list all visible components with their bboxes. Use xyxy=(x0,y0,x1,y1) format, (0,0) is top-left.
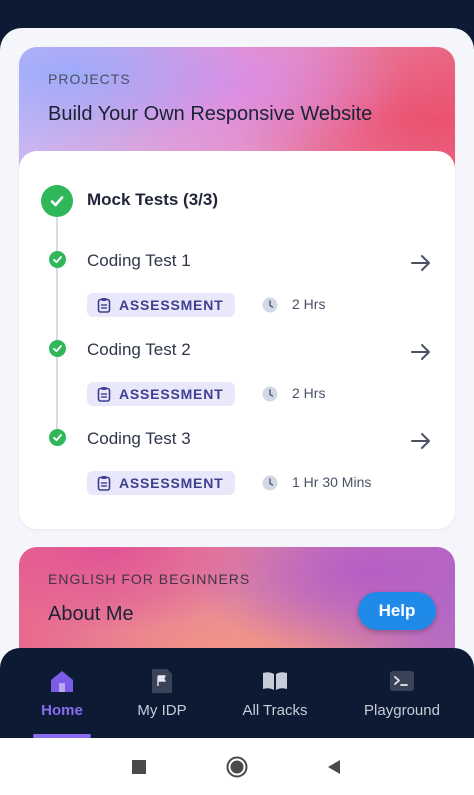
nav-item-my-idp[interactable]: My IDP xyxy=(128,648,196,738)
assessment-badge: ASSESSMENT xyxy=(87,293,236,317)
badge-label: ASSESSMENT xyxy=(119,475,224,491)
duration-text: 1 Hr 30 Mins xyxy=(292,474,372,490)
project-eyebrow: PROJECTS xyxy=(48,71,131,87)
document-flag-icon xyxy=(152,669,172,693)
item-title: Coding Test 3 xyxy=(87,429,191,448)
clock-icon xyxy=(262,475,278,491)
list-item[interactable]: Coding Test 3 ASSESSMENT 1 Hr 30 Mins xyxy=(19,429,455,509)
arrow-right-icon[interactable] xyxy=(409,251,433,275)
status-bar xyxy=(0,0,474,30)
check-icon xyxy=(49,429,66,446)
bottom-navigation: Home My IDP All Tracks Playground xyxy=(0,648,474,738)
badge-label: ASSESSMENT xyxy=(119,297,224,313)
open-book-icon xyxy=(263,672,287,690)
nav-label-my-idp: My IDP xyxy=(137,702,187,719)
check-circle-icon xyxy=(41,185,73,217)
nav-item-playground[interactable]: Playground xyxy=(356,648,448,738)
arrow-right-icon[interactable] xyxy=(409,429,433,453)
clipboard-icon xyxy=(97,298,111,313)
project-body: Mock Tests (3/3) Coding Test 1 ASSESSMEN… xyxy=(19,151,455,529)
nav-label-all-tracks: All Tracks xyxy=(242,702,308,719)
nav-item-all-tracks[interactable]: All Tracks xyxy=(234,648,316,738)
clipboard-icon xyxy=(97,476,111,491)
check-icon xyxy=(49,251,66,268)
back-triangle-icon[interactable] xyxy=(324,756,346,778)
section-title: Mock Tests (3/3) xyxy=(87,190,219,209)
item-title: Coding Test 2 xyxy=(87,340,191,359)
badge-label: ASSESSMENT xyxy=(119,386,224,402)
recents-square-icon[interactable] xyxy=(128,756,150,778)
duration-text: 2 Hrs xyxy=(292,296,326,312)
clipboard-icon xyxy=(97,387,111,402)
home-icon xyxy=(51,671,73,692)
english-eyebrow: ENGLISH FOR BEGINNERS xyxy=(48,571,251,587)
content-sheet: PROJECTS Build Your Own Responsive Websi… xyxy=(0,28,474,668)
list-item[interactable]: Coding Test 1 ASSESSMENT 2 Hrs xyxy=(19,251,455,331)
item-title: Coding Test 1 xyxy=(87,251,191,270)
nav-item-home[interactable]: Home xyxy=(32,648,92,738)
arrow-right-icon[interactable] xyxy=(409,340,433,364)
list-item[interactable]: Coding Test 2 ASSESSMENT 2 Hrs xyxy=(19,340,455,420)
help-button[interactable]: Help xyxy=(358,592,436,630)
home-circle-icon[interactable] xyxy=(226,756,248,778)
clock-icon xyxy=(262,386,278,402)
assessment-badge: ASSESSMENT xyxy=(87,471,236,495)
project-card: PROJECTS Build Your Own Responsive Websi… xyxy=(19,47,455,529)
english-title: About Me xyxy=(48,603,134,625)
nav-label-playground: Playground xyxy=(364,702,440,719)
check-icon xyxy=(49,340,66,357)
nav-label-home: Home xyxy=(41,702,83,719)
duration-text: 2 Hrs xyxy=(292,385,326,401)
assessment-badge: ASSESSMENT xyxy=(87,382,236,406)
system-navigation-bar xyxy=(0,738,474,795)
terminal-icon xyxy=(390,671,414,691)
project-title: Build Your Own Responsive Website xyxy=(48,103,373,125)
clock-icon xyxy=(262,297,278,313)
